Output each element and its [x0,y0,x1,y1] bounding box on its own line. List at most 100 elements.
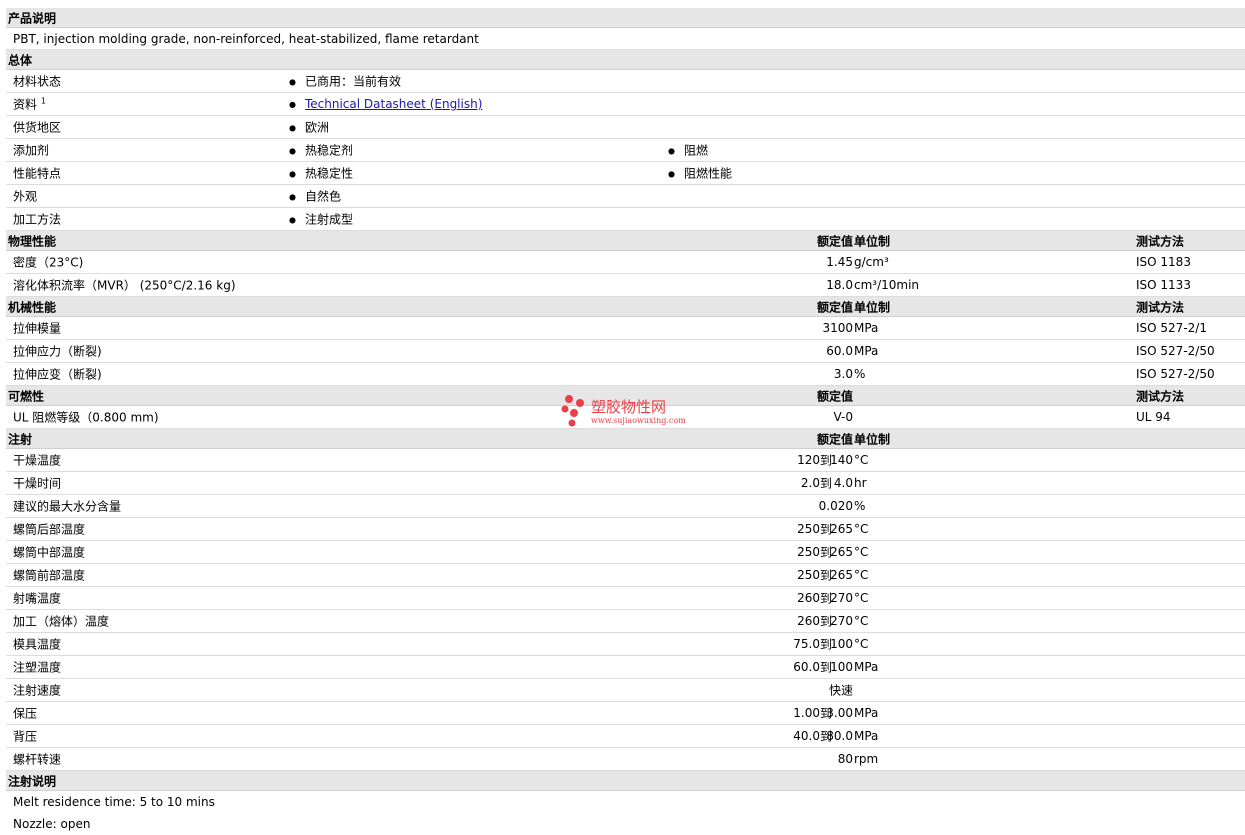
row-label: 外观 [13,189,38,204]
bullet-value: 阻燃性能 [668,165,732,182]
row-label: 保压 [13,706,38,721]
row-label: 螺筒后部温度 [13,522,86,537]
row-label: 拉伸应变（断裂) [13,367,102,382]
row-unit: % [854,367,866,381]
range-max: 140 [830,453,853,467]
bullet-value: 热稳定性 [289,165,353,182]
injection-row: 保压 1.00 到 3.00 MPa [6,702,1245,725]
row-test-method: ISO 527-2/50 [1136,344,1215,358]
injection-row: 加工（熔体）温度 260 到 270 °C [6,610,1245,633]
section-header-notes: 注射说明 [6,771,1245,791]
row-unit: MPa [854,344,879,358]
footnote-marker: 1 [40,96,46,106]
range-min: 2.0 [800,476,820,490]
row-unit: cm³/10min [854,278,920,292]
row-test-method: ISO 1133 [1136,278,1191,292]
range-min: 260 [797,591,820,605]
row-value: 3.0 [833,367,853,381]
row-value: 80 [837,752,853,766]
row-label: 背压 [13,729,38,744]
bullet-value: 阻燃 [668,142,708,159]
row-unit: g/cm³ [854,255,889,269]
watermark-url: www.sujiaowuxing.com [591,416,686,425]
general-row-appearance: 外观 自然色 [6,185,1245,208]
range-max: 3.00 [826,706,853,720]
row-test-method: UL 94 [1136,410,1171,424]
general-row-processing: 加工方法 注射成型 [6,208,1245,231]
datasheet-link[interactable]: Technical Datasheet (English) [305,97,482,111]
section-title: 物理性能 [8,234,57,248]
property-row: 拉伸应力（断裂) 60.0 MPa ISO 527-2/50 [6,340,1245,363]
row-test-method: ISO 1183 [1136,255,1191,269]
range-min: 260 [797,614,820,628]
row-test-method: ISO 527-2/50 [1136,367,1215,381]
range-max: 4.0 [833,476,853,490]
row-label: 注射速度 [13,683,62,698]
row-label: 供货地区 [13,120,62,135]
row-value: 60.0 [826,344,853,358]
row-value: 1.45 [826,255,853,269]
col-header-unit: 单位制 [854,234,891,248]
section-title: 机械性能 [8,300,57,314]
row-unit: % [854,499,866,513]
injection-row: 建议的最大水分含量 0.020% [6,495,1245,518]
bullet-value: Technical Datasheet (English) [289,97,482,111]
row-label: 密度（23°C) [13,255,84,270]
range-max: 265 [830,545,853,559]
row-value: 18.0 [826,278,853,292]
section-title: 总体 [8,53,33,67]
section-title: 注射说明 [8,774,57,788]
property-row: 溶化体积流率（MVR） (250°C/2.16 kg) 18.0 cm³/10m… [6,274,1245,297]
row-label: 溶化体积流率（MVR） (250°C/2.16 kg) [13,278,236,293]
row-unit: °C [854,591,869,605]
bullet-value: 热稳定剂 [289,142,353,159]
injection-row: 螺筒前部温度 250 到 265 °C [6,564,1245,587]
col-header-test: 测试方法 [1136,389,1185,403]
general-row-features: 性能特点 热稳定性 阻燃性能 [6,162,1245,185]
row-label: 螺杆转速 [13,752,62,767]
row-label: 材料状态 [13,74,62,89]
col-header-value: 额定值 [816,432,853,446]
product-description: PBT, injection molding grade, non-reinfo… [13,31,479,46]
range-max: 270 [830,614,853,628]
range-to: 到 [820,476,833,491]
injection-row: 螺筒中部温度 250 到 265 °C [6,541,1245,564]
note-line: Melt residence time: 5 to 10 mins [6,791,1245,813]
general-row-status: 材料状态 已商用：当前有效 [6,70,1245,93]
injection-row: 干燥温度 120 到 140 °C [6,449,1245,472]
row-label: 射嘴温度 [13,591,62,606]
product-description-row: PBT, injection molding grade, non-reinfo… [6,28,1245,50]
row-label: 模具温度 [13,637,62,652]
note-text: Melt residence time: 5 to 10 mins [13,795,215,809]
col-header-test: 测试方法 [1136,234,1185,248]
injection-row: 注塑温度 60.0 到 100 MPa [6,656,1245,679]
row-label: 建议的最大水分含量 [13,499,122,514]
bullet-value: 自然色 [289,188,341,205]
property-row: 拉伸模量 3100 MPa ISO 527-2/1 [6,317,1245,340]
note-text: Nozzle: open [13,817,91,831]
range-min: 250 [797,545,820,559]
col-header-test: 测试方法 [1136,300,1185,314]
row-unit: MPa [854,321,879,335]
col-header-value: 额定值 [816,234,853,248]
range-min: 250 [797,568,820,582]
range-min: 120 [797,453,820,467]
row-label: 资料 1 [13,96,46,112]
col-header-unit: 单位制 [854,300,891,314]
row-unit: MPa [854,706,879,720]
row-label: 干燥时间 [13,476,62,491]
injection-row: 干燥时间 2.0 到 4.0 hr [6,472,1245,495]
injection-row: 模具温度 75.0 到 100 °C [6,633,1245,656]
row-label: UL 阻燃等级（0.800 mm) [13,410,159,425]
row-label: 拉伸模量 [13,321,62,336]
row-unit: hr [854,476,867,490]
row-unit: °C [854,637,869,651]
row-unit: °C [854,568,869,582]
injection-row: 螺杆转速 80 rpm [6,748,1245,771]
range-max: 100 [830,637,853,651]
row-label: 加工（熔体）温度 [13,614,110,629]
col-header-value: 额定值 [816,300,853,314]
general-row-documents: 资料 1 Technical Datasheet (English) [6,93,1245,116]
section-header-general: 总体 [6,50,1245,70]
range-max: 270 [830,591,853,605]
